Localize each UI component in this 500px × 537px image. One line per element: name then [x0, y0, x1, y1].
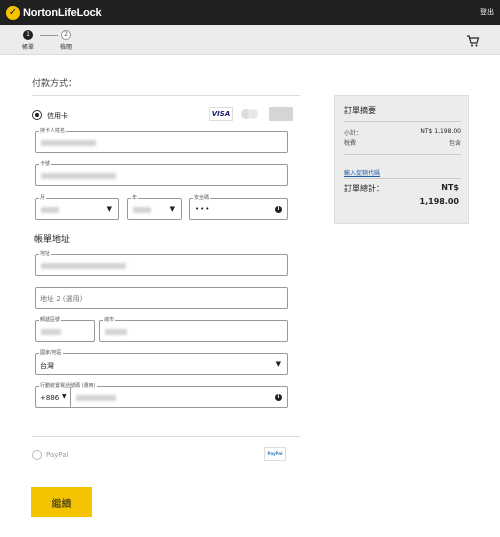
tax-label: 稅費 — [344, 140, 357, 147]
redacted-value — [76, 395, 116, 401]
subtotal-value: NT$ 1,198.00 — [420, 128, 461, 135]
expiry-year-select[interactable]: 年 ▼ — [127, 194, 182, 220]
field-label: 卡號 — [39, 160, 52, 167]
redacted-value — [41, 207, 59, 213]
redacted-value — [41, 173, 116, 179]
step-label: 帳單 — [21, 44, 34, 51]
order-total-currency: NT$ — [441, 183, 459, 192]
divider — [32, 95, 300, 96]
info-icon[interactable]: i — [275, 394, 282, 401]
country-value: 台灣 — [40, 362, 54, 370]
field-label: 月 — [39, 194, 47, 201]
address2-field[interactable]: 地址 2 (選用) — [35, 287, 288, 309]
divider — [32, 436, 300, 437]
dropdown-caret-icon: ▼ — [106, 205, 112, 213]
divider — [344, 154, 461, 155]
step-label: 檢閱 — [59, 44, 72, 51]
info-icon[interactable]: i — [275, 206, 282, 213]
security-code-value: ••• — [195, 205, 211, 213]
order-total-label: 訂單總計： — [344, 184, 384, 193]
field-label: 年 — [131, 194, 139, 201]
billing-address-title: 帳單地址 — [34, 235, 71, 245]
field-label: 行動裝置電話號碼 (選用) — [39, 382, 97, 389]
redacted-value — [105, 329, 127, 335]
visa-icon: VISA — [209, 107, 233, 121]
paypal-label: PayPal — [46, 451, 69, 459]
divider — [344, 178, 461, 179]
card-logos: VISA — [209, 107, 293, 121]
field-label: 國家/地區 — [39, 349, 63, 356]
field-label: 安全碼 — [193, 194, 211, 201]
amex-icon — [269, 107, 293, 121]
norton-logo[interactable]: ✓ NortonLifeLock — [6, 5, 102, 20]
promo-code-link[interactable]: 輸入促銷代碼 — [344, 168, 380, 177]
tax-value: 包含 — [448, 140, 461, 147]
dropdown-caret-icon: ▼ — [169, 205, 175, 213]
paypal-logo-icon: PayPal — [264, 447, 286, 461]
country-select[interactable]: 國家/地區 台灣 ▼ — [35, 349, 288, 375]
redacted-value — [133, 207, 151, 213]
field-label: 地址 — [39, 250, 52, 257]
step-billing: 1 帳單 — [18, 30, 38, 51]
order-total-value: 1,198.00 — [419, 197, 459, 206]
cardholder-name-field[interactable]: 持卡人姓名 — [35, 127, 288, 153]
dropdown-caret-icon: ▼ — [275, 360, 281, 368]
order-summary-panel: 訂單摘要 小計： NT$ 1,198.00 稅費 包含 輸入促銷代碼 訂單總計：… — [334, 95, 469, 224]
security-code-field[interactable]: 安全碼 ••• i — [189, 194, 288, 220]
norton-check-logo-icon: ✓ — [6, 5, 20, 20]
postal-code-field[interactable]: 郵遞區號 — [35, 316, 95, 342]
step-number: 1 — [23, 30, 33, 40]
address2-placeholder: 地址 2 (選用) — [40, 295, 83, 303]
field-label: 持卡人姓名 — [39, 127, 67, 134]
mastercard-icon — [239, 107, 263, 121]
field-label: 城市 — [103, 316, 116, 323]
phone-field[interactable]: 行動裝置電話號碼 (選用) +886 ▼ i — [35, 382, 288, 408]
redacted-value — [41, 140, 96, 146]
phone-country-code[interactable]: +886 — [40, 394, 59, 402]
step-number: 2 — [61, 30, 71, 40]
address-field[interactable]: 地址 — [35, 250, 288, 276]
card-number-field[interactable]: 卡號 — [35, 160, 288, 186]
continue-button[interactable]: 繼續 — [31, 487, 92, 517]
cart-icon[interactable] — [466, 34, 480, 48]
logout-link[interactable]: 登出 — [480, 7, 494, 17]
subtotal-label: 小計： — [344, 130, 363, 137]
dropdown-caret-icon[interactable]: ▼ — [62, 393, 67, 400]
step-review: 2 檢閱 — [56, 30, 76, 51]
brand-name: NortonLifeLock — [23, 6, 102, 19]
tax-row: 稅費 包含 — [344, 138, 461, 147]
credit-card-label: 信用卡 — [47, 112, 68, 120]
top-bar: ✓ NortonLifeLock 登出 — [0, 0, 500, 25]
redacted-value — [41, 329, 61, 335]
expiry-month-select[interactable]: 月 ▼ — [35, 194, 119, 220]
phone-divider — [70, 387, 71, 407]
redacted-value — [41, 263, 126, 269]
paypal-radio[interactable] — [32, 450, 42, 460]
credit-card-radio[interactable] — [32, 110, 42, 120]
payment-method-title: 付款方式： — [32, 79, 78, 89]
field-label: 郵遞區號 — [39, 316, 62, 323]
city-field[interactable]: 城市 — [99, 316, 288, 342]
divider — [344, 121, 461, 122]
order-summary-title: 訂單摘要 — [344, 106, 376, 115]
checkout-steps: 1 帳單 2 檢閱 — [0, 25, 500, 55]
subtotal-row: 小計： NT$ 1,198.00 — [344, 128, 461, 137]
